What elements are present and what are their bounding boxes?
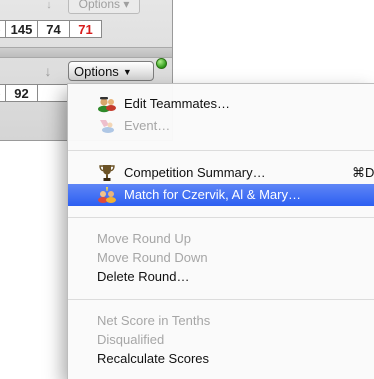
menu-item-delete-round[interactable]: Delete Round… (68, 266, 374, 288)
menu-item-recalculate-scores[interactable]: Recalculate Scores (68, 348, 374, 370)
score-row-1: ) 145 74 71 (0, 20, 172, 40)
score-cell-92[interactable]: 92 (5, 84, 38, 102)
options-menu: Edit Teammates… Event… Competition Summa… (67, 83, 374, 379)
score-cell-74[interactable]: 74 (37, 20, 70, 38)
menu-divider (68, 150, 374, 151)
menu-item-edit-teammates[interactable]: Edit Teammates… (68, 93, 374, 115)
options-button[interactable]: Options ▼ (68, 61, 154, 81)
score-cell-empty[interactable] (37, 84, 67, 102)
menu-item-label: Edit Teammates… (124, 96, 230, 111)
toolbar-row-top: ↓ Options ▾ (0, 0, 172, 14)
trophy-icon (99, 165, 115, 181)
menu-divider (68, 217, 374, 218)
menu-item-label: Competition Summary… (124, 165, 266, 180)
move-down-arrow-icon[interactable]: ↓ (34, 0, 64, 12)
score-cell-71[interactable]: 71 (69, 20, 102, 38)
move-down-arrow-icon[interactable]: ↓ (36, 62, 60, 80)
menu-divider (68, 299, 374, 300)
menu-item-match[interactable]: Match for Czervik, Al & Mary… (68, 184, 374, 206)
score-cell-145[interactable]: 145 (5, 20, 38, 38)
options-button-top[interactable]: Options ▾ (68, 0, 140, 14)
chevron-down-icon: ▼ (122, 67, 132, 77)
menu-item-label: Recalculate Scores (97, 351, 209, 366)
event-icon (100, 120, 114, 133)
menu-item-label: Match for Czervik, Al & Mary… (124, 187, 301, 202)
toolbar-row: ↓ Options ▼ (0, 58, 172, 84)
section-divider (0, 47, 172, 58)
status-indicator-icon (156, 58, 167, 69)
options-button-label: Options (74, 64, 119, 79)
menu-shortcut-label: ⌘D (352, 165, 374, 180)
menu-item-label: Event… (124, 118, 171, 133)
match-icon (98, 187, 116, 203)
menu-item-event: Event… (68, 115, 374, 137)
menu-item-label: Delete Round… (97, 269, 190, 284)
menu-item-competition-summary[interactable]: Competition Summary… ⌘D (68, 162, 374, 184)
teammates-icon (98, 97, 116, 113)
